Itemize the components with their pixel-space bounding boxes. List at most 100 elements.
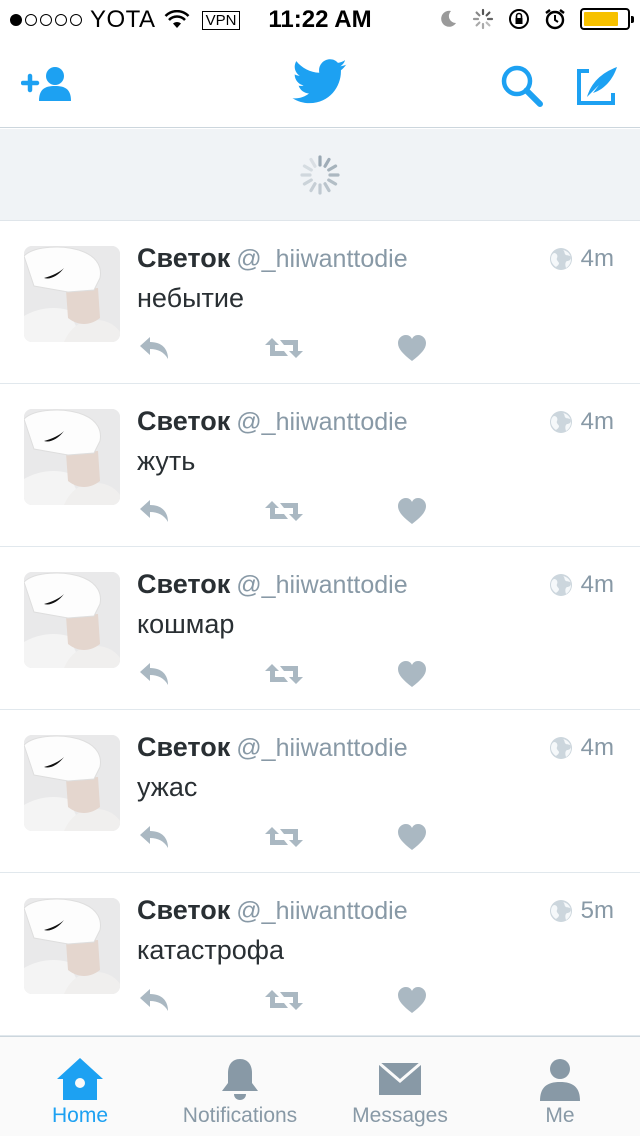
- search-button[interactable]: [494, 58, 550, 114]
- like-button[interactable]: [397, 659, 429, 689]
- avatar[interactable]: [24, 409, 120, 505]
- reply-button[interactable]: [138, 333, 172, 363]
- tweet-timestamp: 5m: [549, 897, 614, 925]
- tab-label-home: Home: [51, 1104, 109, 1127]
- person-icon: [540, 1059, 580, 1101]
- twitter-bird-icon: [292, 59, 347, 104]
- tweet-text: ужас: [137, 772, 198, 802]
- tab-notifications[interactable]: Notifications: [160, 1037, 320, 1136]
- reply-button[interactable]: [138, 822, 172, 852]
- avatar-image: [24, 246, 120, 342]
- reply-icon: [140, 663, 168, 685]
- heart-icon: [398, 498, 426, 524]
- like-button[interactable]: [397, 822, 429, 852]
- vpn-badge: VPN: [201, 10, 241, 30]
- tweet-header: Светок @_hiiwanttodie: [137, 406, 408, 437]
- tweet[interactable]: Светок @_hiiwanttodie 4m ужас: [0, 710, 640, 873]
- retweet-icon: [265, 338, 303, 358]
- envelope-icon: [378, 1061, 422, 1095]
- tweet-time-text: 4m: [580, 408, 614, 435]
- display-name[interactable]: Светок: [137, 732, 230, 762]
- tweet-text: небытие: [137, 283, 244, 313]
- reply-icon: [140, 337, 168, 359]
- tweet[interactable]: Светок @_hiiwanttodie 4m небытие: [0, 221, 640, 384]
- heart-icon: [398, 335, 426, 361]
- tab-me[interactable]: Me: [480, 1037, 640, 1136]
- reply-button[interactable]: [138, 985, 172, 1015]
- rotation-lock-icon: [509, 9, 529, 29]
- retweet-button[interactable]: [264, 659, 304, 689]
- reply-button[interactable]: [138, 496, 172, 526]
- tweet-header: Светок @_hiiwanttodie: [137, 732, 408, 763]
- avatar[interactable]: [24, 898, 120, 994]
- retweet-icon: [265, 664, 303, 684]
- tweet-header: Светок @_hiiwanttodie: [137, 243, 408, 274]
- display-name[interactable]: Светок: [137, 895, 230, 925]
- like-button[interactable]: [397, 333, 429, 363]
- tweet-time-text: 4m: [580, 571, 614, 598]
- signal-strength-icon: [10, 14, 82, 26]
- reply-icon: [140, 826, 168, 848]
- retweet-icon: [265, 501, 303, 521]
- tab-messages[interactable]: Messages: [320, 1037, 480, 1136]
- tab-label-notifications: Notifications: [182, 1104, 298, 1127]
- tweet-timestamp: 4m: [549, 734, 614, 762]
- globe-icon: [549, 411, 572, 433]
- avatar-image: [24, 898, 120, 994]
- retweet-icon: [265, 827, 303, 847]
- tweet-timestamp: 4m: [549, 408, 614, 436]
- like-button[interactable]: [397, 985, 429, 1015]
- username-handle[interactable]: @_hiiwanttodie: [236, 245, 407, 273]
- username-handle[interactable]: @_hiiwanttodie: [236, 571, 407, 599]
- reply-button[interactable]: [138, 659, 172, 689]
- tweet-header: Светок @_hiiwanttodie: [137, 895, 408, 926]
- tweet-header: Светок @_hiiwanttodie: [137, 569, 408, 600]
- display-name[interactable]: Светок: [137, 406, 230, 436]
- battery-icon: [580, 8, 634, 30]
- like-button[interactable]: [397, 496, 429, 526]
- tweet-timestamp: 4m: [549, 245, 614, 273]
- loading-spinner-icon: [300, 154, 340, 195]
- tweet-text: жуть: [137, 446, 196, 476]
- retweet-button[interactable]: [264, 985, 304, 1015]
- tab-home[interactable]: Home: [0, 1037, 160, 1136]
- tweet-time-text: 4m: [580, 245, 614, 272]
- tweet[interactable]: Светок @_hiiwanttodie 4m жуть: [0, 384, 640, 547]
- avatar[interactable]: [24, 572, 120, 668]
- carrier-name: YOTA: [90, 6, 156, 33]
- avatar[interactable]: [24, 735, 120, 831]
- tweet-text: кошмар: [137, 609, 235, 639]
- twitter-logo: [285, 54, 355, 110]
- moon-icon: [441, 10, 456, 27]
- compose-icon: [577, 67, 617, 105]
- tab-label-messages: Messages: [352, 1104, 448, 1127]
- display-name[interactable]: Светок: [137, 569, 230, 599]
- globe-icon: [549, 248, 572, 270]
- tweet-timestamp: 4m: [549, 571, 614, 599]
- refresh-indicator: [0, 129, 640, 221]
- reply-icon: [140, 989, 168, 1011]
- avatar[interactable]: [24, 246, 120, 342]
- avatar-image: [24, 409, 120, 505]
- compose-button[interactable]: [568, 58, 624, 114]
- tab-bar: Home Notifications Messages Me: [0, 1036, 640, 1136]
- status-right: [438, 8, 634, 30]
- add-user-icon: [21, 67, 71, 101]
- heart-icon: [398, 661, 426, 687]
- tweet-time-text: 5m: [580, 897, 614, 924]
- username-handle[interactable]: @_hiiwanttodie: [236, 734, 407, 762]
- add-user-button[interactable]: [18, 60, 80, 110]
- reply-icon: [140, 500, 168, 522]
- tab-label-me: Me: [545, 1104, 575, 1127]
- retweet-button[interactable]: [264, 333, 304, 363]
- display-name[interactable]: Светок: [137, 243, 230, 273]
- tweet[interactable]: Светок @_hiiwanttodie 4m кошмар: [0, 547, 640, 710]
- tweet[interactable]: Светок @_hiiwanttodie 5m катастрофа: [0, 873, 640, 1036]
- wifi-icon: [164, 10, 189, 28]
- avatar-image: [24, 572, 120, 668]
- retweet-button[interactable]: [264, 496, 304, 526]
- globe-icon: [549, 737, 572, 759]
- retweet-button[interactable]: [264, 822, 304, 852]
- username-handle[interactable]: @_hiiwanttodie: [236, 897, 407, 925]
- username-handle[interactable]: @_hiiwanttodie: [236, 408, 407, 436]
